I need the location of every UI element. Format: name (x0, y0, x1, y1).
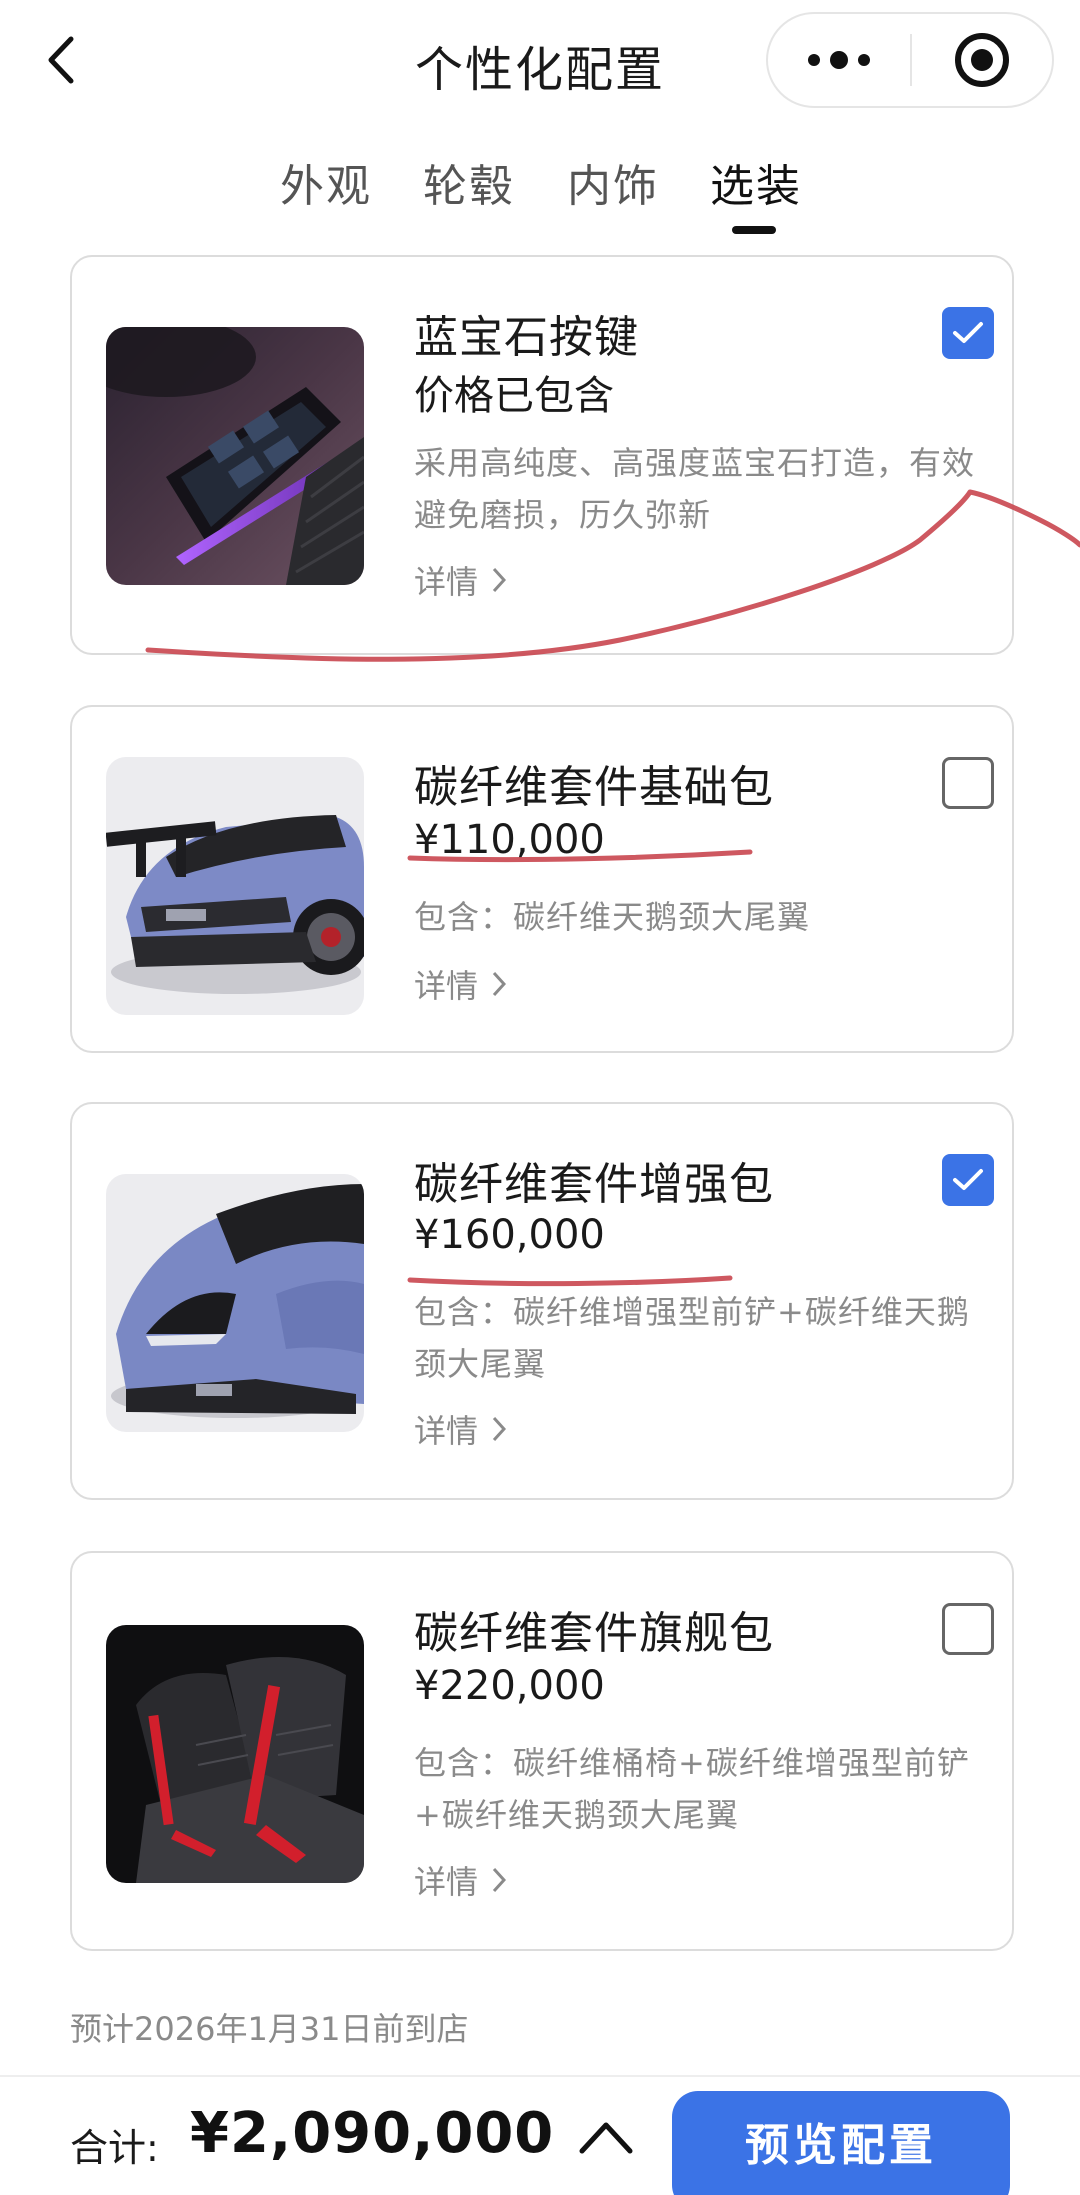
option-price: ¥160,000 (414, 1212, 605, 1258)
option-title: 碳纤维套件基础包 (414, 762, 774, 813)
option-card-carbon-flagship[interactable]: 碳纤维套件旗舰包 ¥220,000 包含：碳纤维桶椅+碳纤维增强型前铲+碳纤维天… (70, 1551, 1014, 1951)
option-image (106, 1174, 364, 1432)
chevron-right-icon (492, 1867, 507, 1893)
option-title: 碳纤维套件增强包 (414, 1159, 774, 1210)
detail-label: 详情 (414, 967, 479, 1005)
option-description: 采用高纯度、高强度蓝宝石打造，有效避免磨损，历久弥新 (414, 444, 976, 534)
top-nav-bar: 个性化配置 (0, 0, 1080, 120)
option-image (106, 1625, 364, 1883)
option-price: 价格已包含 (414, 373, 614, 419)
more-button[interactable] (768, 14, 910, 106)
option-checkbox[interactable] (942, 1154, 994, 1206)
chevron-right-icon (492, 971, 507, 997)
tab-active-indicator (732, 226, 776, 234)
option-checkbox[interactable] (942, 1603, 994, 1655)
option-title: 碳纤维套件旗舰包 (414, 1608, 774, 1659)
close-miniprogram-button[interactable] (912, 14, 1052, 106)
detail-link[interactable]: 详情 (414, 1857, 507, 1903)
preview-config-button[interactable]: 预览配置 (672, 2091, 1010, 2195)
option-description: 包含：碳纤维增强型前铲+碳纤维天鹅颈大尾翼 (414, 1293, 970, 1383)
detail-label: 详情 (414, 1863, 479, 1901)
total-label: 合计: (70, 2126, 159, 2170)
option-description: 包含：碳纤维天鹅颈大尾翼 (414, 898, 811, 936)
detail-label: 详情 (414, 1412, 479, 1450)
tab-interior[interactable]: 内饰 (567, 150, 659, 214)
estimated-delivery: 预计2026年1月31日前到店 (70, 2010, 469, 2048)
more-dot-right (858, 54, 870, 66)
chevron-up-icon[interactable] (576, 2117, 636, 2157)
option-checkbox[interactable] (942, 307, 994, 359)
option-description: 包含：碳纤维桶椅+碳纤维增强型前铲+碳纤维天鹅颈大尾翼 (414, 1744, 970, 1834)
option-image (106, 327, 364, 585)
option-checkbox[interactable] (942, 757, 994, 809)
detail-link[interactable]: 详情 (414, 961, 507, 1007)
option-title: 蓝宝石按键 (414, 312, 639, 363)
more-dot-center (830, 51, 848, 69)
detail-link[interactable]: 详情 (414, 557, 507, 603)
detail-link[interactable]: 详情 (414, 1406, 507, 1452)
tab-wheels[interactable]: 轮毂 (423, 150, 515, 214)
checkmark-icon (953, 322, 983, 343)
config-tabs: 外观 轮毂 内饰 选装 (0, 150, 1080, 240)
more-dots-icon (808, 54, 820, 66)
option-card-carbon-enhanced[interactable]: 碳纤维套件增强包 ¥160,000 包含：碳纤维增强型前铲+碳纤维天鹅颈大尾翼 … (70, 1102, 1014, 1500)
bottom-summary-bar: 合计: ¥2,090,000 预览配置 (0, 2075, 1080, 2195)
checkmark-icon (953, 1169, 983, 1190)
option-card-sapphire-keys[interactable]: 蓝宝石按键 价格已包含 采用高纯度、高强度蓝宝石打造，有效避免磨损，历久弥新 详… (70, 255, 1014, 655)
chevron-right-icon (492, 1416, 507, 1442)
chevron-right-icon (492, 567, 507, 593)
tab-options[interactable]: 选装 (710, 150, 802, 214)
tab-exterior[interactable]: 外观 (280, 150, 372, 214)
mini-program-capsule (766, 12, 1054, 108)
detail-label: 详情 (414, 563, 479, 601)
total-price: ¥2,090,000 (190, 2101, 555, 2166)
option-image (106, 757, 364, 1015)
option-price: ¥220,000 (414, 1663, 605, 1709)
option-card-carbon-basic[interactable]: 碳纤维套件基础包 ¥110,000 包含：碳纤维天鹅颈大尾翼 详情 (70, 705, 1014, 1053)
option-price: ¥110,000 (414, 817, 605, 863)
target-icon (954, 33, 1009, 87)
